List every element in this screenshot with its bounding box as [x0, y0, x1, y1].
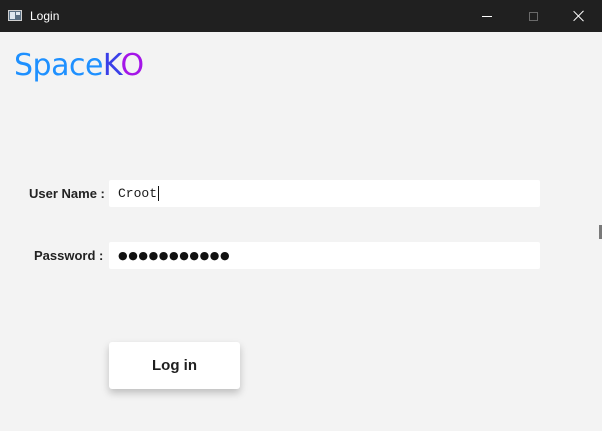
username-label: User Name :: [29, 186, 105, 201]
login-window: Login SpaceKO User Name : Croot Password…: [0, 0, 602, 431]
close-button[interactable]: [556, 0, 602, 32]
maximize-button[interactable]: [510, 0, 556, 32]
username-value: Croot: [118, 186, 158, 201]
brand-logo: SpaceKO: [14, 48, 144, 83]
brand-part-o: O: [120, 48, 144, 83]
username-field[interactable]: Croot: [109, 180, 540, 207]
title-bar[interactable]: Login: [0, 0, 602, 32]
close-icon: [573, 10, 585, 22]
minimize-icon: [482, 15, 492, 17]
password-label: Password :: [34, 248, 104, 263]
maximize-icon: [528, 11, 538, 21]
brand-part-space: Space: [14, 48, 103, 83]
password-mask: ●●●●●●●●●●●: [118, 249, 231, 262]
app-window-icon: [8, 10, 22, 21]
password-field[interactable]: ●●●●●●●●●●●: [109, 242, 540, 269]
text-caret: [158, 186, 160, 201]
brand-part-k: K: [102, 48, 121, 83]
login-button[interactable]: Log in: [109, 342, 240, 389]
window-title: Login: [30, 9, 60, 23]
minimize-button[interactable]: [464, 0, 510, 32]
